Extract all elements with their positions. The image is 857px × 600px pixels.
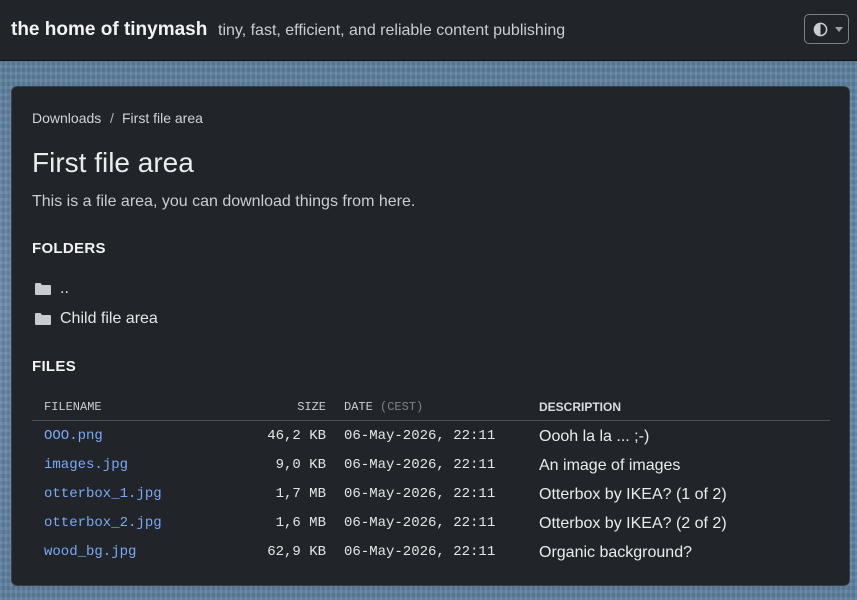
page-title: First file area <box>32 147 194 178</box>
column-header-description: DESCRIPTION <box>539 400 622 414</box>
file-date: 06-May-2026, 22:11 <box>344 486 496 502</box>
files-heading: FILES <box>32 358 77 375</box>
file-description: Organic background? <box>539 544 692 561</box>
file-area-panel: Downloads / First file area First file a… <box>11 86 850 586</box>
file-link[interactable]: OOO.png <box>44 428 103 444</box>
folders-heading: FOLDERS <box>32 240 106 257</box>
file-description: Otterbox by IKEA? (2 of 2) <box>539 515 727 532</box>
file-date: 06-May-2026, 22:11 <box>344 457 496 473</box>
folder-label: .. <box>60 280 69 297</box>
file-description: Otterbox by IKEA? (1 of 2) <box>539 486 727 503</box>
chevron-down-icon <box>835 27 843 32</box>
breadcrumb-current: First file area <box>122 110 203 126</box>
column-header-date[interactable]: DATE (CEST) <box>344 400 423 414</box>
file-date: 06-May-2026, 22:11 <box>344 428 496 444</box>
theme-toggle-button[interactable] <box>804 14 849 44</box>
file-date: 06-May-2026, 22:11 <box>344 515 496 531</box>
file-link[interactable]: otterbox_2.jpg <box>44 515 162 531</box>
top-navbar: the home of tinymash tiny, fast, efficie… <box>0 0 857 61</box>
file-description: Oooh la la ... ;-) <box>539 428 650 445</box>
breadcrumb-separator: / <box>110 110 114 126</box>
file-link[interactable]: wood_bg.jpg <box>44 544 136 560</box>
column-header-filename[interactable]: FILENAME <box>44 400 102 414</box>
table-header-divider <box>32 420 830 421</box>
file-link[interactable]: images.jpg <box>44 457 128 473</box>
page-description: This is a file area, you can download th… <box>32 193 416 210</box>
site-tagline: tiny, fast, efficient, and reliable cont… <box>218 22 566 39</box>
file-size: 1,6 MB <box>275 515 326 531</box>
column-header-timezone: (CEST) <box>380 400 424 414</box>
contrast-icon <box>813 22 828 37</box>
file-size: 9,0 KB <box>275 457 326 473</box>
file-size: 46,2 KB <box>267 428 326 444</box>
file-date: 06-May-2026, 22:11 <box>344 544 496 560</box>
file-size: 1,7 MB <box>275 486 326 502</box>
site-title[interactable]: the home of tinymash <box>11 19 207 41</box>
folder-label: Child file area <box>60 310 158 327</box>
file-description: An image of images <box>539 457 681 474</box>
folder-icon <box>35 283 51 295</box>
breadcrumb-downloads[interactable]: Downloads <box>32 110 101 126</box>
folder-icon <box>35 313 51 325</box>
file-link[interactable]: otterbox_1.jpg <box>44 486 162 502</box>
file-size: 62,9 KB <box>267 544 326 560</box>
column-header-date-label: DATE <box>344 400 373 414</box>
column-header-size[interactable]: SIZE <box>297 400 326 414</box>
